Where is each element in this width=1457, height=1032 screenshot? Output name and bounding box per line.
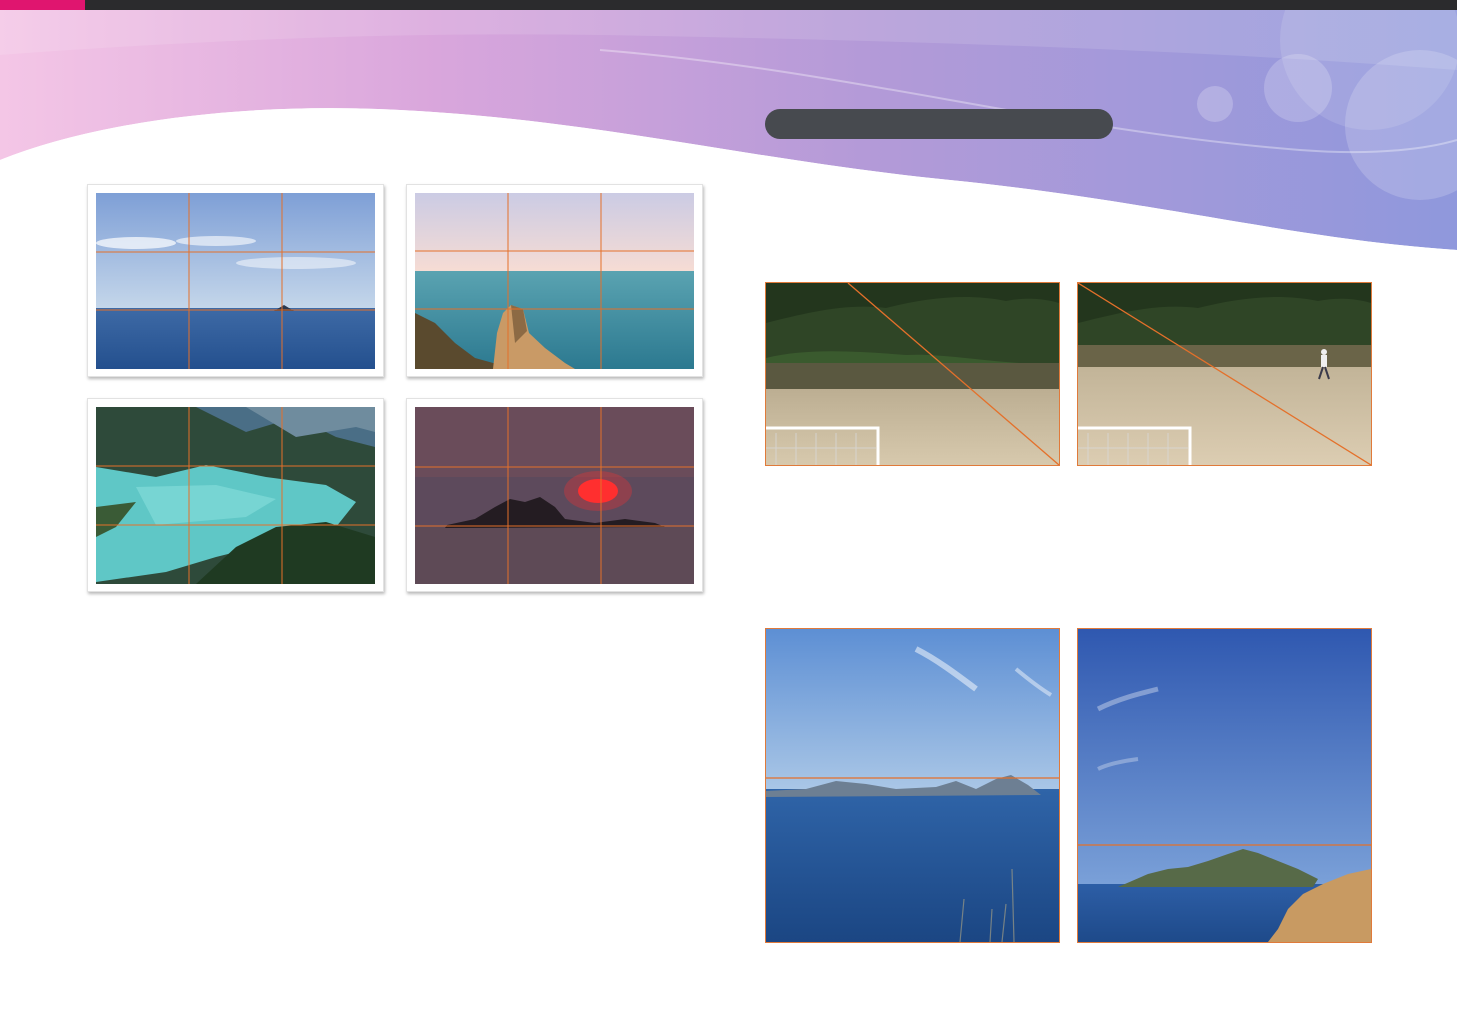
soccer-field-diagonal-photo [765, 282, 1060, 466]
sunset-island-photo-card [406, 398, 703, 592]
top-accent-bar [0, 0, 85, 10]
sea-horizon-photo [96, 193, 375, 369]
sea-horizon-photo-card [87, 184, 384, 377]
soccer-field-person-diagonal-photo [1077, 282, 1372, 466]
section-title-pill [765, 109, 1113, 139]
sea-horizon-low-photo [1077, 628, 1372, 943]
mountain-lake-photo [96, 407, 375, 584]
top-bar [0, 0, 1457, 10]
mountain-lake-photo-card [87, 398, 384, 592]
coastal-cliff-photo-card [406, 184, 703, 377]
coastal-cliff-photo [415, 193, 694, 369]
sea-horizon-middle-photo [765, 628, 1060, 943]
sunset-island-photo [415, 407, 694, 584]
